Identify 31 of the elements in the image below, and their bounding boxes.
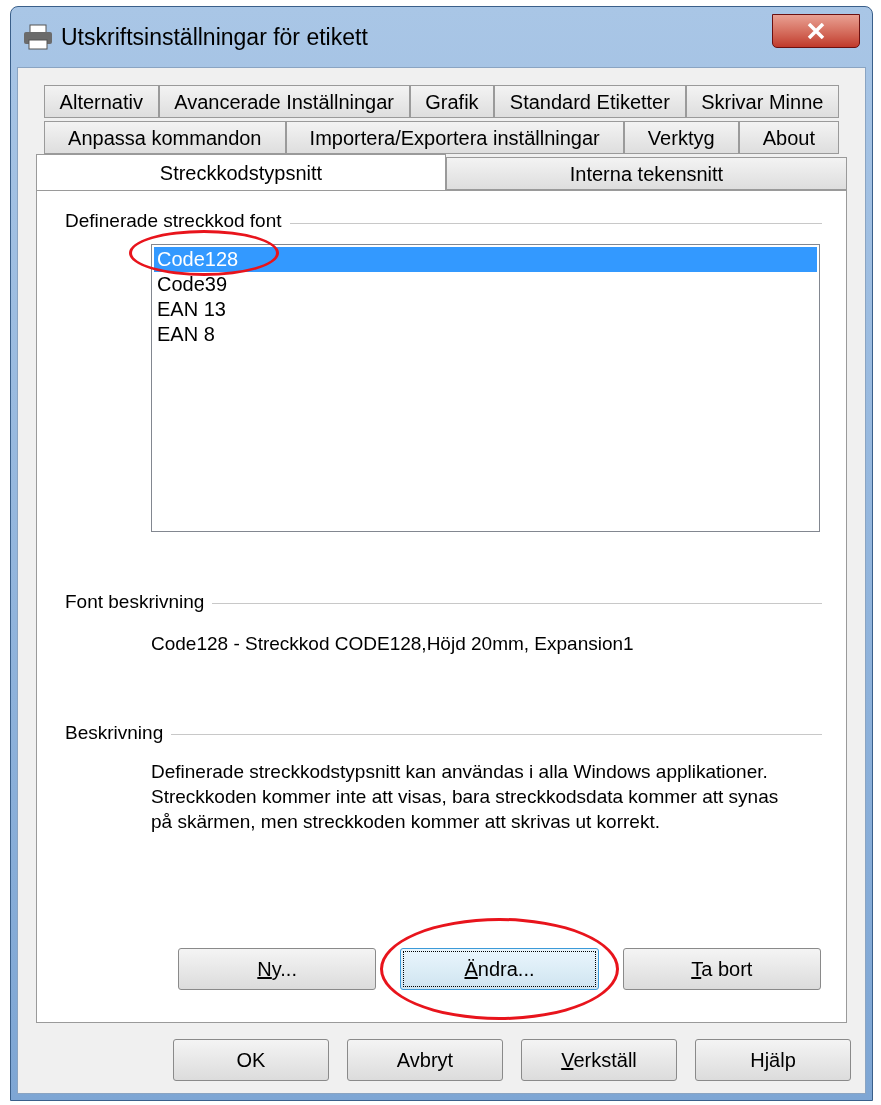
dialog-button[interactable]: Avbryt [347, 1039, 503, 1081]
font-description-text: Code128 - Streckkod CODE128,Höjd 20mm, Expansion1 [151, 632, 635, 656]
list-item[interactable]: EAN 8 [154, 321, 817, 347]
group-heading: Font beskrivning [65, 589, 205, 614]
tab[interactable]: Avancerade Inställningar [158, 85, 410, 118]
tab[interactable]: Standard Etiketter [494, 85, 686, 118]
description-text: Definerade streckkodstypsnitt kan användas i alla Windows applikationer. Streckkoden kommer inte att visas, bara streckkodsdata kommer att synas på skärmen, men streckkoden kommer att skrivas ut korrekt. [151, 760, 780, 834]
group-heading: Definerade streckkod font [65, 209, 282, 233]
close-button[interactable] [772, 14, 860, 48]
font-list[interactable]: Code128 Code39 EAN 13 EAN 8 [151, 243, 820, 532]
tab[interactable]: Skrivar Minne [685, 85, 840, 118]
dialog-button[interactable]: OK [173, 1039, 329, 1081]
tab[interactable]: Verktyg [623, 121, 739, 154]
close-icon [807, 23, 825, 39]
dialog-button[interactable]: Hjälp [695, 1039, 851, 1081]
tab[interactable]: Importera/Exportera inställningar [285, 121, 624, 154]
group-heading: Beskrivning [65, 720, 164, 745]
tab[interactable]: Grafik [409, 85, 495, 118]
tab[interactable]: About [738, 121, 839, 154]
tab[interactable]: Interna tekensnitt [445, 157, 847, 190]
window-title: Utskriftsinställningar för etikett [61, 22, 368, 52]
dialog-button[interactable]: Verkställ [521, 1039, 677, 1081]
list-item[interactable]: EAN 13 [154, 296, 817, 322]
list-item[interactable]: Code39 [154, 271, 817, 297]
tab[interactable]: Anpassa kommandon [44, 121, 286, 154]
dialog-button[interactable]: Ändra... [400, 948, 599, 990]
tab[interactable]: Streckkodstypsnitt [36, 154, 446, 190]
dialog-button[interactable]: Ta bort [622, 948, 821, 990]
dialog-button[interactable]: Ny... [178, 948, 377, 990]
tab[interactable]: Alternativ [44, 85, 159, 118]
printer-icon [23, 24, 53, 50]
